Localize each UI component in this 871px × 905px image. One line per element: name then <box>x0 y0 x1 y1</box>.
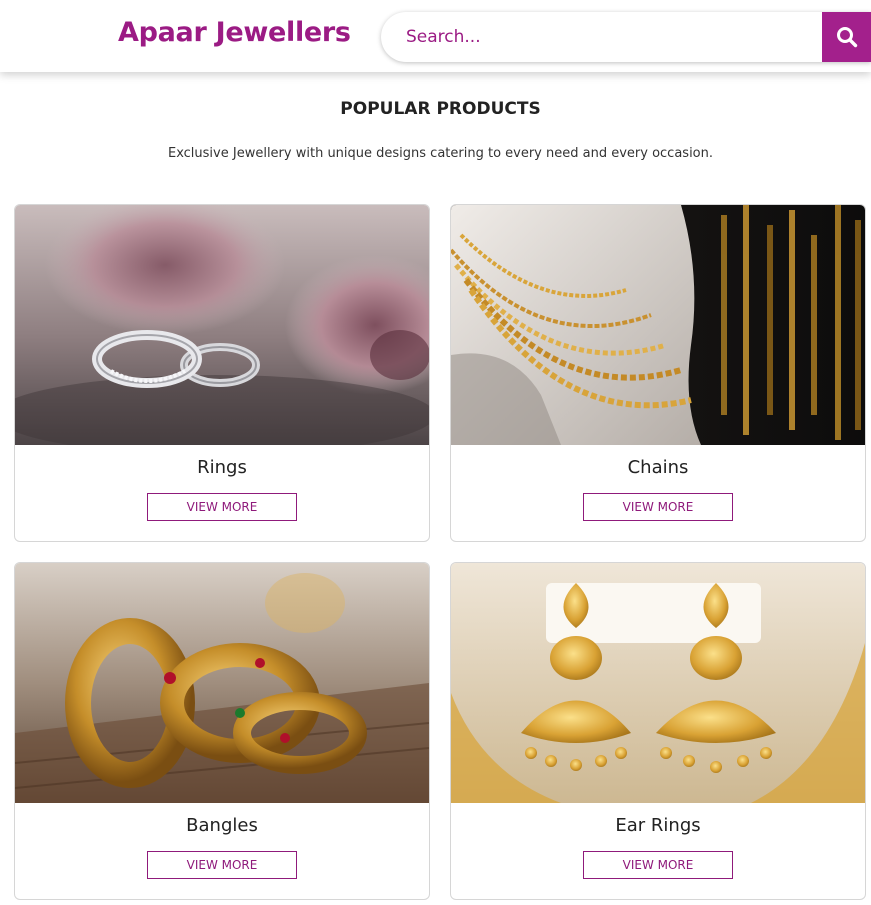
section-subtitle: Exclusive Jewellery with unique designs … <box>167 146 714 161</box>
product-image-rings[interactable] <box>15 205 429 445</box>
product-card-chains[interactable]: Chains VIEW MORE <box>450 204 866 542</box>
view-more-button[interactable]: VIEW MORE <box>147 851 297 879</box>
view-more-button[interactable]: VIEW MORE <box>147 493 297 521</box>
product-title: Bangles <box>186 815 258 836</box>
search-bar <box>381 12 871 62</box>
view-more-button[interactable]: VIEW MORE <box>583 493 733 521</box>
product-title: Rings <box>197 457 247 478</box>
view-more-button[interactable]: VIEW MORE <box>583 851 733 879</box>
product-image-chains[interactable] <box>451 205 865 445</box>
product-title: Chains <box>627 457 689 478</box>
section-title: POPULAR PRODUCTS <box>340 99 541 119</box>
product-title: Ear Rings <box>615 815 701 836</box>
search-icon <box>836 27 857 48</box>
product-card-ear-rings[interactable]: Ear Rings VIEW MORE <box>450 562 866 900</box>
product-card-bangles[interactable]: Bangles VIEW MORE <box>14 562 430 900</box>
product-card-rings[interactable]: Rings VIEW MORE <box>14 204 430 542</box>
product-image-bangles[interactable] <box>15 563 429 803</box>
search-input[interactable] <box>381 12 822 62</box>
site-header: Apaar Jewellers <box>0 0 871 72</box>
search-button[interactable] <box>822 12 871 62</box>
product-image-ear-rings[interactable] <box>451 563 865 803</box>
brand-logo-text[interactable]: Apaar Jewellers <box>118 17 351 48</box>
